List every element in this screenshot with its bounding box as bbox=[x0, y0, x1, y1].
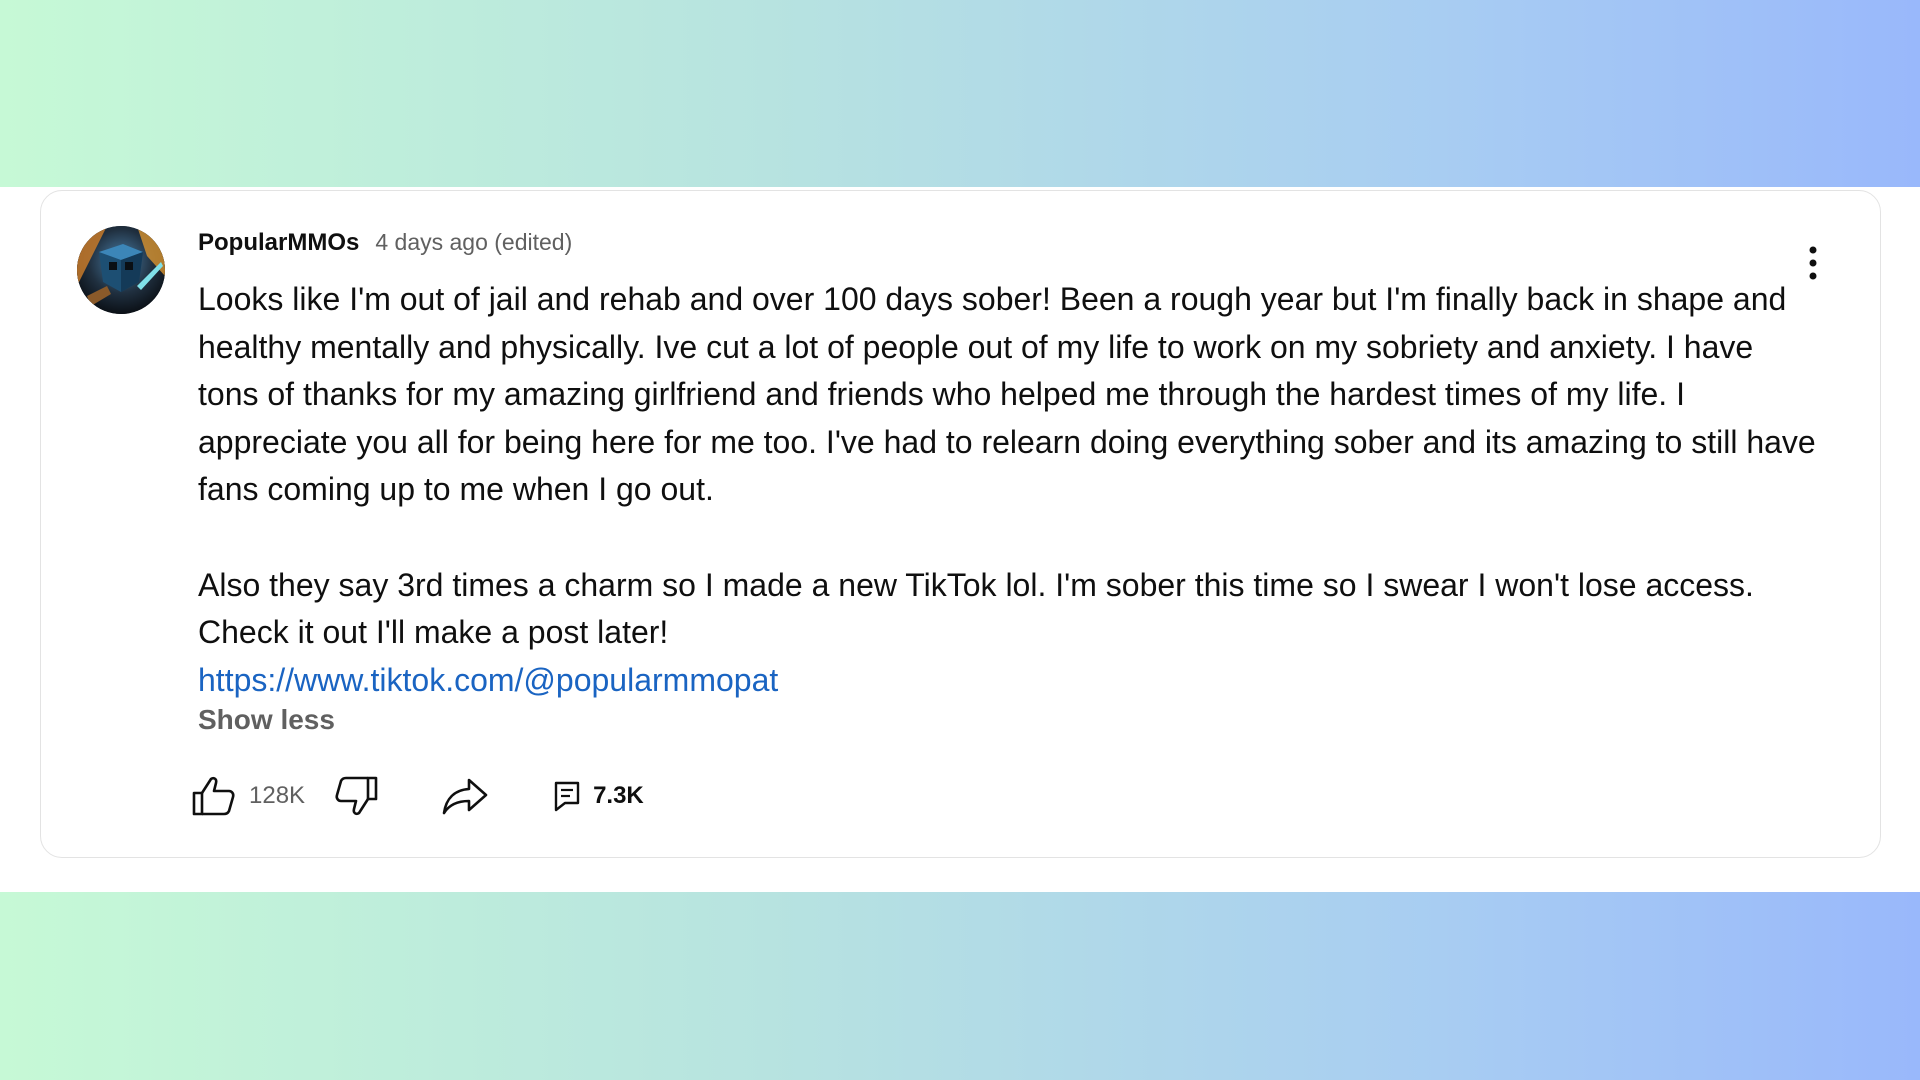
reply-count: 7.3K bbox=[593, 782, 644, 809]
avatar[interactable] bbox=[77, 226, 165, 314]
avatar-image bbox=[77, 226, 165, 314]
dislike-button[interactable] bbox=[333, 775, 379, 817]
share-arrow-icon bbox=[442, 778, 488, 815]
comment-paragraph-1: Looks like I'm out of jail and rehab and… bbox=[198, 281, 1816, 508]
comment-timestamp[interactable]: 4 days ago (edited) bbox=[375, 229, 572, 256]
thumbs-up-icon bbox=[192, 776, 235, 816]
like-count: 128K bbox=[249, 782, 306, 809]
reply-button[interactable]: 7.3K bbox=[553, 780, 644, 812]
comment-icon bbox=[554, 781, 580, 812]
comment-header: PopularMMOs 4 days ago (edited) bbox=[198, 229, 572, 259]
author-name[interactable]: PopularMMOs bbox=[198, 229, 359, 257]
comment-actions: 128K 7.3K bbox=[191, 771, 644, 821]
share-button[interactable] bbox=[441, 776, 489, 816]
tiktok-link[interactable]: https://www.tiktok.com/@popularmmopat bbox=[198, 657, 778, 705]
thumbs-down-icon bbox=[335, 776, 378, 816]
show-less-button[interactable]: Show less bbox=[198, 704, 335, 736]
like-button[interactable]: 128K bbox=[191, 775, 305, 817]
comment-body: Looks like I'm out of jail and rehab and… bbox=[198, 276, 1818, 704]
comment-card: PopularMMOs 4 days ago (edited) Looks li… bbox=[40, 190, 1881, 858]
comment-paragraph-2: Also they say 3rd times a charm so I mad… bbox=[198, 566, 1754, 651]
